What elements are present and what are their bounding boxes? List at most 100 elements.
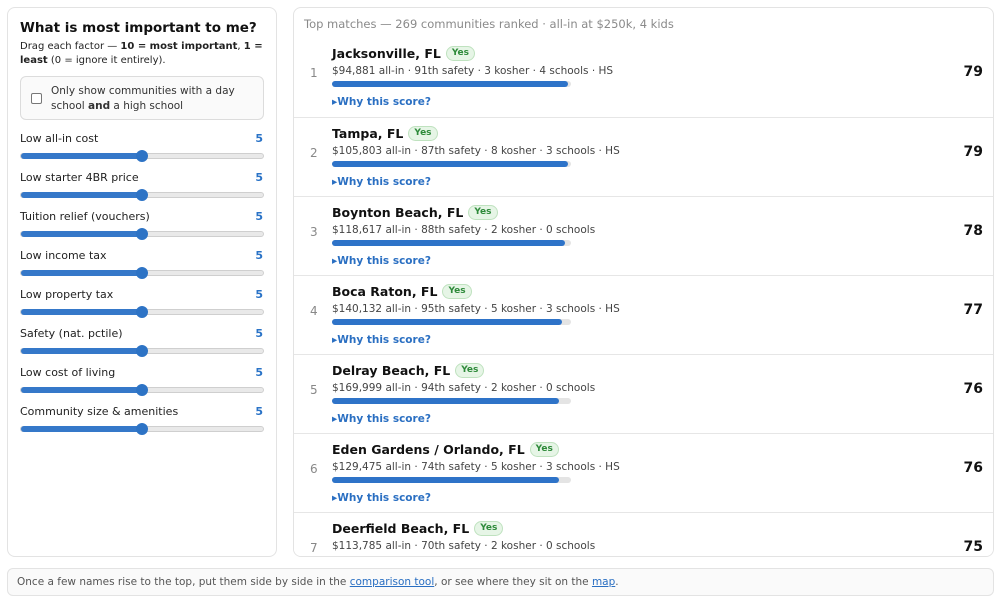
factor-slider-fill xyxy=(21,153,142,159)
factor-label: Low income tax xyxy=(20,249,107,262)
result-row[interactable]: 7 Deerfield Beach, FL Yes $113,785 all-in ·… xyxy=(294,512,993,557)
score-bar xyxy=(332,556,571,557)
score-bar-fill xyxy=(332,161,568,167)
factor-slider-head: Tuition relief (vouchers) 5 xyxy=(20,210,264,224)
results-list: 1 Jacksonville, FL Yes $94,881 all-in · 91t… xyxy=(294,38,993,557)
score-bar xyxy=(332,319,571,325)
result-meta: $169,999 all-in · 94th safety · 2 kosher… xyxy=(332,382,596,394)
factor-slider[interactable] xyxy=(20,228,264,240)
result-badge: Yes xyxy=(455,362,485,378)
factor-slider-row: Low starter 4BR price 5 xyxy=(20,171,264,201)
factor-slider-row: Low all-in cost 5 xyxy=(20,132,264,162)
priorities-instructions: Drag each factor — 10 = most important, … xyxy=(20,41,263,66)
why-this-score-toggle[interactable]: ▸Why this score? xyxy=(332,175,892,189)
score-bar-fill xyxy=(332,319,563,325)
result-badge: Yes xyxy=(468,204,498,220)
factor-slider-head: Low cost of living 5 xyxy=(20,366,264,380)
factor-slider[interactable] xyxy=(20,384,264,396)
why-this-score-toggle[interactable]: ▸Why this score? xyxy=(332,254,892,268)
factor-slider[interactable] xyxy=(20,306,264,318)
factor-slider-fill xyxy=(21,426,142,432)
factor-label: Low all-in cost xyxy=(20,132,99,145)
result-name-line: Delray Beach, FL Yes xyxy=(332,361,892,379)
score-bar-fill xyxy=(332,81,568,87)
result-row[interactable]: 4 Boca Raton, FL Yes $140,132 all-in · 95th… xyxy=(294,275,993,354)
factor-slider[interactable] xyxy=(20,150,264,162)
score-bar xyxy=(332,240,571,246)
factor-slider[interactable] xyxy=(20,423,264,435)
result-name: Boynton Beach, FL xyxy=(332,204,464,220)
result-name: Jacksonville, FL xyxy=(332,45,441,61)
factor-slider-thumb[interactable] xyxy=(136,267,148,279)
factor-slider-thumb[interactable] xyxy=(136,150,148,162)
result-name-line: Tampa, FL Yes xyxy=(332,124,892,142)
result-row[interactable]: 1 Jacksonville, FL Yes $94,881 all-in · 91t… xyxy=(294,38,993,117)
map-link[interactable]: map xyxy=(592,576,615,588)
why-this-score-toggle[interactable]: ▸Why this score? xyxy=(332,412,892,426)
score-bar xyxy=(332,161,571,167)
school-filter[interactable]: Only show communities with a day school … xyxy=(20,76,264,120)
result-body: Boynton Beach, FL Yes $118,617 all-in · 88… xyxy=(332,203,892,268)
factor-slider-thumb[interactable] xyxy=(136,189,148,201)
factor-slider-head: Safety (nat. pctile) 5 xyxy=(20,327,264,341)
result-meta: $105,803 all-in · 87th safety · 8 kosher… xyxy=(332,145,620,157)
factor-slider-head: Low property tax 5 xyxy=(20,288,264,302)
results-header: Top matches — 269 communities ranked · a… xyxy=(304,17,674,31)
factor-slider-head: Community size & amenities 5 xyxy=(20,405,264,419)
score-bar-fill xyxy=(332,398,560,404)
score-bar-fill xyxy=(332,240,566,246)
result-row[interactable]: 6 Eden Gardens / Orlando, FL Yes $129,475 a… xyxy=(294,433,993,512)
result-name: Tampa, FL xyxy=(332,125,404,141)
why-this-score-toggle[interactable]: ▸Why this score? xyxy=(332,491,892,505)
footer-note: Once a few names rise to the top, put th… xyxy=(7,568,994,596)
factor-slider-thumb[interactable] xyxy=(136,345,148,357)
factor-slider-thumb[interactable] xyxy=(136,423,148,435)
result-rank: 4 xyxy=(310,304,318,318)
factor-label: Community size & amenities xyxy=(20,405,179,418)
factor-value: 5 xyxy=(255,171,263,184)
factor-slider-head: Low income tax 5 xyxy=(20,249,264,263)
comparison-tool-link[interactable]: comparison tool xyxy=(350,576,435,588)
factor-slider[interactable] xyxy=(20,345,264,357)
factor-slider-thumb[interactable] xyxy=(136,306,148,318)
result-row[interactable]: 5 Delray Beach, FL Yes $169,999 all-in · 94… xyxy=(294,354,993,433)
result-meta: $140,132 all-in · 95th safety · 5 kosher… xyxy=(332,303,620,315)
priorities-title: What is most important to me? xyxy=(20,20,257,36)
factor-slider-thumb[interactable] xyxy=(136,228,148,240)
result-body: Jacksonville, FL Yes $94,881 all-in · 91th… xyxy=(332,44,892,109)
factor-slider-row: Community size & amenities 5 xyxy=(20,405,264,435)
factor-value: 5 xyxy=(255,210,263,223)
factor-value: 5 xyxy=(255,249,263,262)
factor-sliders: Low all-in cost 5 Low starter 4BR price 5 Tu… xyxy=(20,132,264,435)
school-filter-checkbox[interactable] xyxy=(31,93,42,104)
result-name-line: Deerfield Beach, FL Yes xyxy=(332,519,892,537)
factor-slider-row: Low income tax 5 xyxy=(20,249,264,279)
factor-slider-fill xyxy=(21,309,142,315)
why-this-score-toggle[interactable]: ▸Why this score? xyxy=(332,333,892,347)
why-this-score-toggle[interactable]: ▸Why this score? xyxy=(332,95,892,109)
result-badge: Yes xyxy=(442,283,472,299)
factor-value: 5 xyxy=(255,288,263,301)
result-row[interactable]: 3 Boynton Beach, FL Yes $118,617 all-in · 8… xyxy=(294,196,993,275)
school-filter-label: Only show communities with a day school … xyxy=(51,85,235,112)
factor-slider-thumb[interactable] xyxy=(136,384,148,396)
score-bar-fill xyxy=(332,477,560,483)
result-row[interactable]: 2 Tampa, FL Yes $105,803 all-in · 87th safe… xyxy=(294,117,993,196)
factor-slider-row: Safety (nat. pctile) 5 xyxy=(20,327,264,357)
result-body: Tampa, FL Yes $105,803 all-in · 87th safet… xyxy=(332,124,892,189)
result-name: Deerfield Beach, FL xyxy=(332,520,470,536)
score-bar xyxy=(332,477,571,483)
result-score: 76 xyxy=(963,460,983,476)
result-name-line: Boca Raton, FL Yes xyxy=(332,282,892,300)
result-rank: 2 xyxy=(310,146,318,160)
factor-value: 5 xyxy=(255,366,263,379)
result-name: Boca Raton, FL xyxy=(332,283,438,299)
factor-slider-fill xyxy=(21,387,142,393)
factor-slider[interactable] xyxy=(20,267,264,279)
result-body: Boca Raton, FL Yes $140,132 all-in · 95th … xyxy=(332,282,892,347)
factor-slider-head: Low all-in cost 5 xyxy=(20,132,264,146)
factor-slider-fill xyxy=(21,192,142,198)
result-score: 75 xyxy=(963,539,983,555)
factor-label: Low cost of living xyxy=(20,366,116,379)
factor-slider[interactable] xyxy=(20,189,264,201)
